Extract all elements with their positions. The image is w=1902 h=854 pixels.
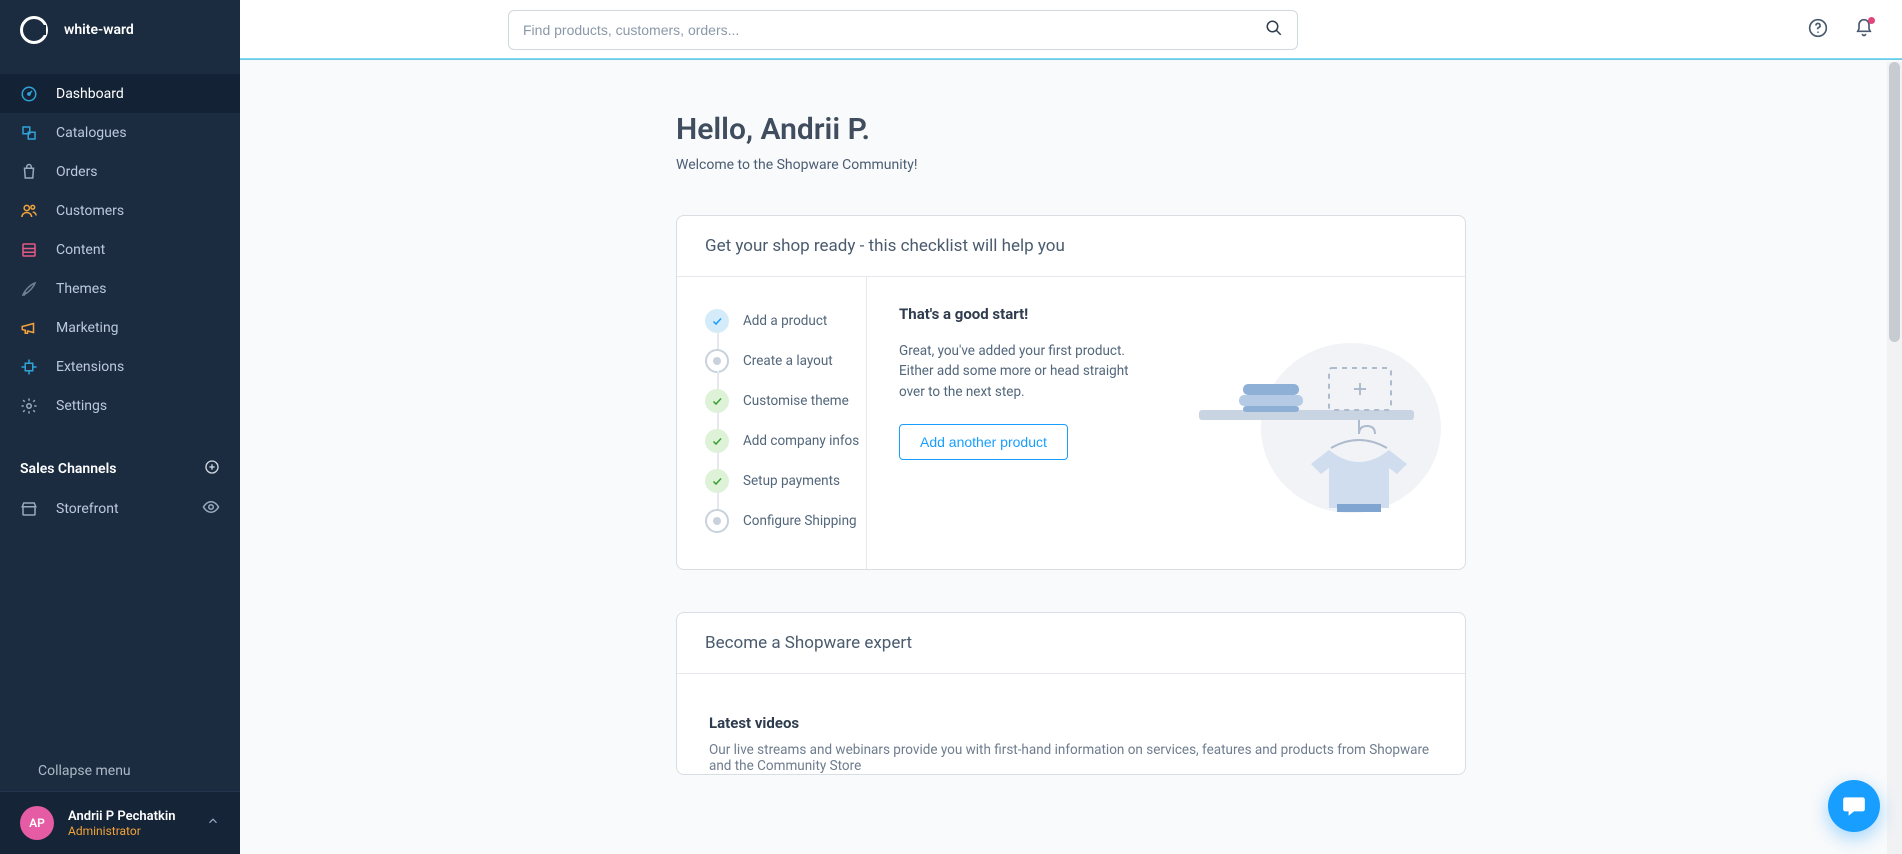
checklist-item-label: Add company infos: [743, 433, 859, 449]
check-icon: [705, 389, 729, 413]
latest-videos-heading: Latest videos: [709, 714, 1433, 732]
nav-label: Settings: [56, 398, 107, 414]
circle-icon: [705, 349, 729, 373]
search-input[interactable]: [523, 22, 1265, 38]
search-icon[interactable]: [1265, 19, 1283, 41]
sidebar: white-ward Dashboard Catalogues Orders Cust…: [0, 0, 240, 854]
scrollbar[interactable]: [1887, 62, 1902, 854]
checklist-item[interactable]: Create a layout: [705, 341, 848, 381]
add-sales-channel-button[interactable]: [204, 459, 220, 479]
content-scroll[interactable]: Hello, Andrii P. Welcome to the Shopware…: [240, 60, 1902, 854]
brand-row[interactable]: white-ward: [0, 0, 240, 60]
checklist-card: Get your shop ready - this checklist wil…: [676, 215, 1466, 570]
nav-label: Extensions: [56, 359, 124, 375]
user-menu-button[interactable]: AP Andrii P Pechatkin Administrator: [0, 791, 240, 854]
checklist-item[interactable]: Configure Shipping: [705, 501, 848, 541]
gauge-icon: [20, 85, 38, 103]
checklist-item-label: Add a product: [743, 313, 827, 329]
page-subtitle: Welcome to the Shopware Community!: [676, 157, 1466, 173]
check-icon: [705, 469, 729, 493]
expert-card: Become a Shopware expert Latest videos O…: [676, 612, 1466, 775]
help-icon[interactable]: [1808, 18, 1828, 42]
chat-fab[interactable]: [1828, 780, 1880, 832]
checklist-item[interactable]: Customise theme: [705, 381, 848, 421]
checklist-item-label: Setup payments: [743, 473, 840, 489]
expert-card-title: Become a Shopware expert: [677, 613, 1465, 674]
nav-label: Themes: [56, 281, 106, 297]
brand-logo-icon: [20, 16, 48, 44]
topbar: [240, 0, 1902, 60]
collapse-label: Collapse menu: [38, 763, 131, 779]
circle-icon: [705, 509, 729, 533]
layout-icon: [20, 241, 38, 259]
sales-channels-heading-row: Sales Channels: [0, 449, 240, 489]
checklist-item-label: Create a layout: [743, 353, 833, 369]
notifications-button[interactable]: [1854, 18, 1874, 42]
nav-label: Marketing: [56, 320, 119, 336]
add-another-product-button[interactable]: Add another product: [899, 424, 1068, 460]
store-icon: [20, 500, 38, 518]
checklist-item[interactable]: Add company infos: [705, 421, 848, 461]
sidebar-item-content[interactable]: Content: [0, 230, 240, 269]
sidebar-item-marketing[interactable]: Marketing: [0, 308, 240, 347]
sidebar-item-themes[interactable]: Themes: [0, 269, 240, 308]
user-name: Andrii P Pechatkin: [68, 809, 175, 824]
bag-icon: [20, 163, 38, 181]
nav-label: Dashboard: [56, 86, 124, 102]
checklist-item-label: Configure Shipping: [743, 513, 857, 529]
users-icon: [20, 202, 38, 220]
nav-label: Orders: [56, 164, 98, 180]
nav-label: Content: [56, 242, 105, 258]
brand-name: white-ward: [64, 22, 134, 38]
checklist-column: Add a product Create a layout Customise th…: [677, 277, 867, 569]
plugin-icon: [20, 358, 38, 376]
nav-label: Storefront: [56, 501, 119, 517]
notification-dot: [1868, 17, 1875, 24]
checklist-illustration: [1169, 305, 1441, 541]
global-search[interactable]: [508, 10, 1298, 50]
primary-nav: Dashboard Catalogues Orders Customers Conten…: [0, 60, 240, 425]
checklist-card-title: Get your shop ready - this checklist wil…: [677, 216, 1465, 277]
user-role: Administrator: [68, 824, 175, 838]
collapse-menu-button[interactable]: Collapse menu: [0, 751, 240, 791]
checklist-item-label: Customise theme: [743, 393, 849, 409]
sidebar-item-catalogues[interactable]: Catalogues: [0, 113, 240, 152]
avatar: AP: [20, 806, 54, 840]
brush-icon: [20, 280, 38, 298]
gear-icon: [20, 397, 38, 415]
checklist-detail-body: Great, you've added your first product. …: [899, 341, 1149, 402]
checklist-detail-heading: That's a good start!: [899, 305, 1149, 323]
megaphone-icon: [20, 319, 38, 337]
sales-channels-heading: Sales Channels: [20, 461, 116, 477]
nav-label: Customers: [56, 203, 124, 219]
chevron-up-icon: [206, 814, 220, 832]
latest-videos-body: Our live streams and webinars provide yo…: [709, 742, 1433, 774]
catalog-icon: [20, 124, 38, 142]
sidebar-item-orders[interactable]: Orders: [0, 152, 240, 191]
nav-label: Catalogues: [56, 125, 127, 141]
scrollbar-thumb[interactable]: [1889, 62, 1900, 342]
page-title: Hello, Andrii P.: [676, 112, 1466, 147]
visibility-icon[interactable]: [202, 498, 220, 520]
sidebar-item-storefront[interactable]: Storefront: [0, 489, 240, 528]
sidebar-item-settings[interactable]: Settings: [0, 386, 240, 425]
checklist-item[interactable]: Add a product: [705, 301, 848, 341]
check-icon: [705, 429, 729, 453]
main: Hello, Andrii P. Welcome to the Shopware…: [240, 0, 1902, 854]
check-icon: [705, 309, 729, 333]
sidebar-item-customers[interactable]: Customers: [0, 191, 240, 230]
sidebar-item-extensions[interactable]: Extensions: [0, 347, 240, 386]
checklist-item[interactable]: Setup payments: [705, 461, 848, 501]
sidebar-item-dashboard[interactable]: Dashboard: [0, 74, 240, 113]
